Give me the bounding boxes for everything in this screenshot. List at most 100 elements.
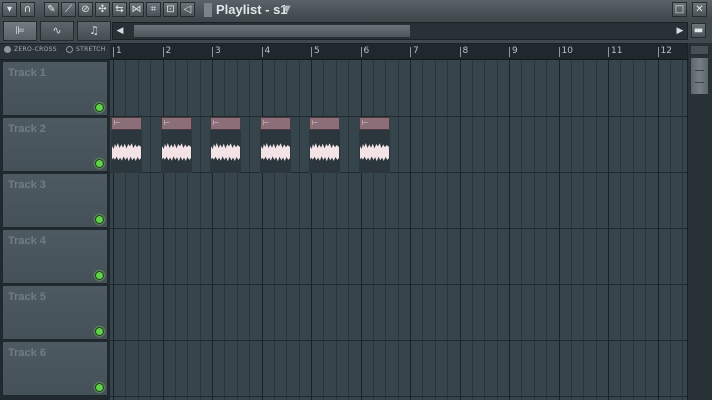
- track-mute-led-icon[interactable]: [95, 215, 104, 224]
- zoom-tool-icon[interactable]: ⊡: [163, 2, 178, 17]
- scroll-right-icon[interactable]: ▶: [673, 24, 687, 38]
- grid-line: [571, 60, 572, 400]
- maximize-icon[interactable]: □: [672, 2, 687, 17]
- ruler-tick: [558, 47, 560, 57]
- clip-header[interactable]: ⊢: [260, 117, 291, 130]
- track-mute-led-icon[interactable]: [95, 271, 104, 280]
- mute-tool-icon[interactable]: ✣: [95, 2, 110, 17]
- track-header[interactable]: Track 2: [3, 118, 107, 172]
- scroll-up-icon[interactable]: [690, 45, 709, 55]
- vertical-scroll-thumb[interactable]: [690, 57, 709, 95]
- grid-line: [274, 60, 275, 400]
- track-header[interactable]: Track 4: [3, 230, 107, 284]
- grid-line: [497, 60, 498, 400]
- brush-tool-icon[interactable]: ⟋: [61, 2, 76, 17]
- ruler-bar-number: 3: [215, 46, 221, 56]
- track-divider: [110, 396, 687, 397]
- clip-header[interactable]: ⊢: [161, 117, 192, 130]
- zero-cross-toggle[interactable]: ZERO-CROSS: [4, 46, 57, 53]
- grid-line: [200, 60, 201, 400]
- track-divider: [110, 116, 687, 117]
- track-mute-led-icon[interactable]: [95, 327, 104, 336]
- grid-line: [670, 60, 671, 400]
- ruler-bar-number: 6: [363, 46, 370, 56]
- track-mute-led-icon[interactable]: [95, 103, 104, 112]
- grid-line: [323, 60, 324, 400]
- audio-clip[interactable]: ⊢: [309, 117, 340, 173]
- close-icon[interactable]: ✕: [692, 2, 707, 17]
- timeline-ruler[interactable]: 1 2 3 4 5 6 7 8 9 10 11 12: [110, 44, 687, 60]
- track-header[interactable]: Track 3: [3, 174, 107, 228]
- audio-clip[interactable]: ⊢: [359, 117, 390, 173]
- audio-clip[interactable]: ⊢: [260, 117, 291, 173]
- audio-clip[interactable]: ⊢: [111, 117, 142, 173]
- clip-header[interactable]: ⊢: [210, 117, 241, 130]
- track-name: Track 2: [8, 123, 46, 135]
- horizontal-scrollbar[interactable]: ◀ ▶: [112, 22, 688, 40]
- track-mute-led-icon[interactable]: [95, 383, 104, 392]
- stretch-radio-icon: [66, 46, 73, 53]
- grid-line: [534, 60, 535, 400]
- magnet-icon[interactable]: ∩: [20, 2, 35, 17]
- playlist-titlebar: ▾ ∩ ✎ ⟋ ⊘ ✣ ⇆ ⋈ ⌗ ⊡ ◁ Playlist - s1 ▼ □ …: [0, 0, 712, 21]
- track-header[interactable]: Track 5: [3, 286, 107, 340]
- chevron-down-icon[interactable]: ▼: [283, 4, 291, 15]
- ruler-tick: [311, 47, 312, 57]
- ruler-bar-number: 12: [660, 46, 672, 56]
- grid-line: [212, 60, 213, 400]
- ruler-tick: [360, 47, 362, 57]
- pencil-tool-icon[interactable]: ✎: [44, 2, 59, 17]
- track-mute-led-icon[interactable]: [95, 159, 104, 168]
- grid-line: [286, 60, 287, 400]
- grid-line: [385, 60, 386, 400]
- grid-line: [521, 60, 522, 400]
- slice-tool-icon[interactable]: ⋈: [129, 2, 144, 17]
- track-header[interactable]: Track 6: [3, 342, 107, 396]
- clip-header[interactable]: ⊢: [359, 117, 390, 130]
- grid-line: [658, 60, 659, 400]
- ruler-bar-number: 9: [512, 46, 518, 56]
- slip-tool-icon[interactable]: ⇆: [112, 2, 127, 17]
- grid-line: [187, 60, 188, 400]
- grid-line: [113, 60, 114, 400]
- stretch-label: STRETCH: [76, 46, 106, 53]
- grid-line: [460, 60, 461, 400]
- zero-cross-radio-icon: [4, 46, 11, 53]
- select-tool-icon[interactable]: ⌗: [146, 2, 161, 17]
- menu-lines-icon[interactable]: ▬: [691, 23, 706, 38]
- playlist-grid[interactable]: ⊢ ⊢ ⊢ ⊢ ⊢ ⊢: [110, 60, 687, 400]
- title-menu-handle[interactable]: [204, 3, 212, 17]
- tab-pattern-mode[interactable]: ⊫: [3, 21, 37, 41]
- ruler-bar-number: 2: [165, 46, 172, 56]
- stretch-toggle[interactable]: STRETCH: [66, 46, 106, 53]
- track-header[interactable]: Track 1: [3, 62, 107, 116]
- grid-line: [249, 60, 250, 400]
- track-divider: [110, 172, 687, 173]
- tab-automation-mode[interactable]: ∿: [40, 21, 74, 41]
- grid-line: [509, 60, 510, 400]
- menu-arrow-button[interactable]: ▾: [2, 2, 17, 17]
- audio-clip[interactable]: ⊢: [210, 117, 241, 173]
- ruler-bar-number: 5: [314, 46, 320, 56]
- grid-line: [435, 60, 436, 400]
- horizontal-scroll-thumb[interactable]: [133, 24, 411, 38]
- grid-line: [348, 60, 349, 400]
- grid-line: [398, 60, 399, 400]
- playback-tool-icon[interactable]: ◁: [180, 2, 195, 17]
- vertical-scrollbar[interactable]: [687, 43, 712, 400]
- track-name: Track 6: [8, 347, 46, 359]
- grid-line: [262, 60, 263, 400]
- clip-header[interactable]: ⊢: [309, 117, 340, 130]
- tab-audio-mode[interactable]: ♫: [77, 21, 111, 41]
- grid-line: [422, 60, 423, 400]
- grid-line: [175, 60, 176, 400]
- ruler-bar-number: 10: [561, 46, 573, 56]
- scroll-left-icon[interactable]: ◀: [113, 24, 127, 38]
- delete-tool-icon[interactable]: ⊘: [78, 2, 93, 17]
- track-divider: [110, 228, 687, 229]
- clip-header[interactable]: ⊢: [111, 117, 142, 130]
- ruler-tick: [113, 47, 114, 57]
- ruler-tick: [162, 47, 164, 57]
- ruler-tick: [410, 47, 411, 57]
- audio-clip[interactable]: ⊢: [161, 117, 192, 173]
